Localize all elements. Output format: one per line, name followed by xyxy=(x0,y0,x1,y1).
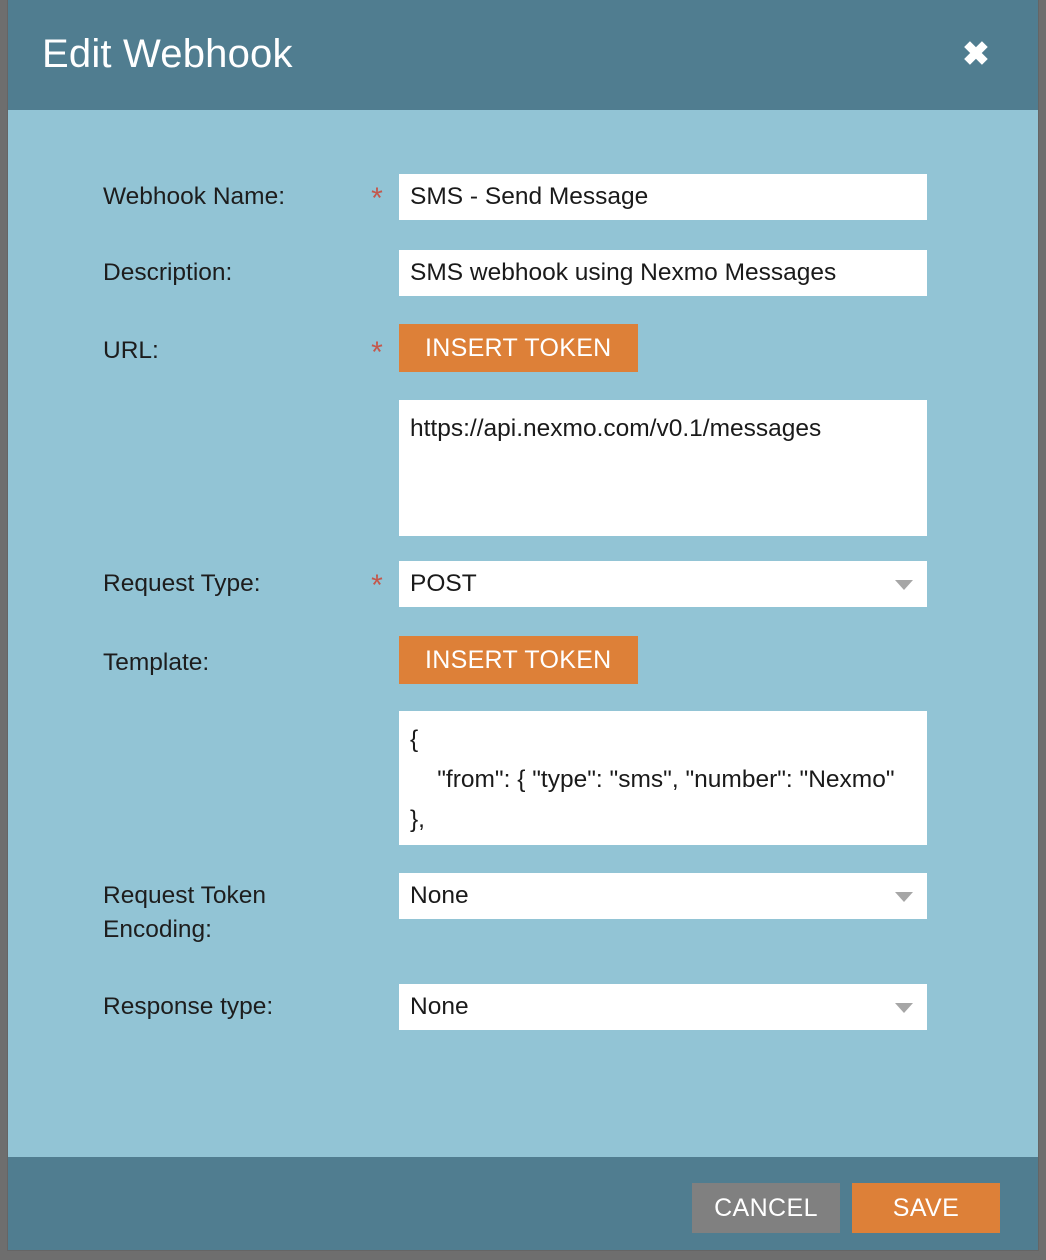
response-type-control: None xyxy=(399,984,927,1030)
url-required-marker: * xyxy=(371,336,383,369)
template-insert-token-button[interactable]: INSERT TOKEN xyxy=(399,636,638,684)
description-control xyxy=(399,250,927,296)
url-label: URL: xyxy=(103,337,159,364)
request-type-required-marker: * xyxy=(371,569,383,602)
chevron-down-icon xyxy=(895,1003,913,1013)
template-insert-token-control: INSERT TOKEN xyxy=(399,636,638,684)
request-type-control: POST xyxy=(399,561,927,607)
chevron-down-icon xyxy=(895,892,913,902)
edit-webhook-dialog: Edit Webhook ✖ Webhook Name: * Descripti… xyxy=(8,0,1038,1250)
request-token-encoding-label: Request Token Encoding: xyxy=(103,882,266,943)
webhook-name-required-marker: * xyxy=(371,182,383,215)
url-insert-token-control: INSERT TOKEN xyxy=(399,324,638,372)
close-icon[interactable]: ✖ xyxy=(958,36,994,72)
dialog-body: Webhook Name: * Description: URL: * INSE… xyxy=(8,110,1038,1157)
description-input[interactable] xyxy=(399,250,927,296)
footer-button-group: CANCEL SAVE xyxy=(692,1183,1000,1233)
template-textarea[interactable]: { "from": { "type": "sms", "number": "Ne… xyxy=(399,711,927,845)
request-token-encoding-control: None xyxy=(399,873,927,919)
request-token-encoding-select[interactable]: None xyxy=(399,873,927,919)
save-button[interactable]: SAVE xyxy=(852,1183,1000,1233)
webhook-name-label: Webhook Name: xyxy=(103,183,286,210)
page-title: Edit Webhook xyxy=(42,32,293,76)
request-type-selected-value: POST xyxy=(410,570,477,597)
url-textarea-control: https://api.nexmo.com/v0.1/messages xyxy=(399,400,927,536)
dialog-footer: CANCEL SAVE xyxy=(8,1157,1038,1250)
webhook-name-input[interactable] xyxy=(399,174,927,220)
response-type-select[interactable]: None xyxy=(399,984,927,1030)
request-type-label: Request Type: xyxy=(103,570,261,597)
request-token-encoding-selected-value: None xyxy=(410,882,469,909)
cancel-button[interactable]: CANCEL xyxy=(692,1183,840,1233)
description-label: Description: xyxy=(103,259,233,286)
response-type-selected-value: None xyxy=(410,993,469,1020)
url-insert-token-button[interactable]: INSERT TOKEN xyxy=(399,324,638,372)
template-textarea-control: { "from": { "type": "sms", "number": "Ne… xyxy=(399,711,927,845)
url-textarea[interactable]: https://api.nexmo.com/v0.1/messages xyxy=(399,400,927,536)
dialog-header: Edit Webhook ✖ xyxy=(8,0,1038,110)
webhook-name-control xyxy=(399,174,927,220)
request-type-select[interactable]: POST xyxy=(399,561,927,607)
template-label: Template: xyxy=(103,649,210,676)
response-type-label: Response type: xyxy=(103,993,274,1020)
chevron-down-icon xyxy=(895,580,913,590)
